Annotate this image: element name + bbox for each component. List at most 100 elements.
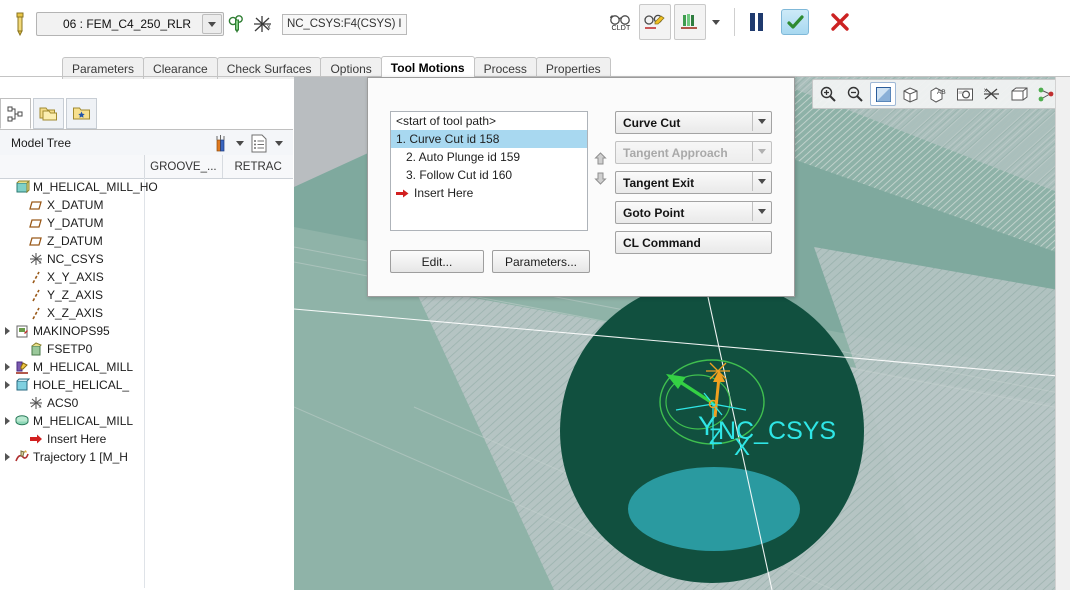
panel-tab-bar (0, 98, 99, 129)
chevron-down-icon[interactable] (233, 132, 246, 154)
endmill-tool-icon (8, 11, 32, 37)
csys-value: NC_CSYS:F4(CSYS) I (287, 18, 402, 30)
tab-tool-motions[interactable]: Tool Motions (380, 56, 475, 79)
motion-list-item[interactable]: Insert Here (391, 184, 587, 202)
part-icon (14, 180, 31, 195)
arrow-down-icon[interactable] (590, 168, 610, 188)
tree-item[interactable]: X_Y_AXIS (0, 268, 293, 286)
check-button[interactable] (781, 9, 809, 35)
tree-item[interactable]: Y_Z_AXIS (0, 286, 293, 304)
workcenter-combo[interactable]: 06 : FEM_C4_250_RLR (36, 12, 224, 36)
magnifier-minus-icon (847, 86, 863, 102)
tree-item-label: FSETP0 (47, 342, 93, 356)
coordinate-system-icon[interactable]: x (250, 13, 276, 35)
viewport-scrollbar[interactable] (1055, 77, 1070, 590)
hole-feature-icon (14, 378, 31, 393)
csys-field[interactable]: NC_CSYS:F4(CSYS) I (282, 13, 407, 35)
tree-item[interactable]: x ACS0 (0, 394, 293, 412)
red-arrow-icon (30, 434, 42, 443)
tree-item[interactable]: Insert Here (0, 430, 293, 448)
expand-triangle-icon[interactable] (0, 363, 14, 371)
dropdown-label: Goto Point (623, 205, 685, 220)
chevron-down-icon[interactable] (752, 142, 771, 161)
view-orientation-button[interactable] (899, 83, 923, 105)
machine-axes-icon[interactable] (224, 13, 250, 35)
tool-display-button[interactable] (674, 4, 706, 40)
expand-triangle-icon[interactable] (0, 417, 14, 425)
column-header-retract: RETRAC (234, 160, 282, 173)
box-icon (1011, 87, 1027, 101)
chevron-down-icon[interactable] (709, 19, 723, 25)
wrench-filter-icon[interactable] (209, 132, 231, 154)
tangent-approach-dropdown[interactable]: Tangent Approach (615, 141, 772, 164)
axis-icon (28, 270, 45, 285)
motion-list-item[interactable]: 3. Follow Cut id 160 (391, 166, 587, 184)
tree-nodes-icon (7, 106, 22, 121)
expand-triangle-icon[interactable] (0, 327, 14, 335)
motion-list-item[interactable]: <start of tool path> (391, 112, 587, 130)
panel-header: Model Tree (0, 129, 293, 157)
arrow-up-icon[interactable] (590, 148, 610, 168)
screen-capture-button[interactable] (953, 83, 977, 105)
csys-icon: x (30, 396, 42, 410)
datum-plane-icon (28, 198, 45, 213)
display-style-button[interactable] (870, 82, 896, 106)
axis-icon (32, 271, 40, 283)
expand-triangle-icon[interactable] (0, 453, 14, 461)
reorder-buttons (590, 148, 610, 188)
tab-label: Clearance (153, 61, 208, 76)
tree-item[interactable]: Z_DATUM (0, 232, 293, 250)
tree-item[interactable]: FSETP0 (0, 340, 293, 358)
tree-item[interactable]: MAKINOPS95 (0, 322, 293, 340)
tree-item-label: X_DATUM (47, 198, 104, 212)
curve-cut-dropdown[interactable]: Curve Cut (615, 111, 772, 134)
tree-item[interactable]: x NC_CSYS (0, 250, 293, 268)
favorites-folder-tab[interactable] (66, 98, 97, 129)
parameters-button[interactable]: Parameters... (492, 250, 590, 273)
tool-motion-list[interactable]: <start of tool path> 1. Curve Cut id 158 2… (390, 111, 588, 231)
zoom-out-button[interactable] (843, 83, 867, 105)
annotation-display-button[interactable]: AB (926, 83, 950, 105)
tree-item[interactable]: M_HELICAL_MILL (0, 358, 293, 376)
motion-list-item[interactable]: 2. Auto Plunge id 159 (391, 148, 587, 166)
cldt-button[interactable]: CLDT (606, 5, 636, 39)
page-title: Model Tree (11, 136, 72, 150)
list-settings-icon[interactable] (248, 132, 270, 154)
tree-item[interactable]: HOLE_HELICAL_ (0, 376, 293, 394)
pause-button[interactable] (750, 13, 763, 31)
expand-triangle-icon[interactable] (0, 381, 14, 389)
chevron-down-icon[interactable] (752, 202, 771, 221)
chevron-down-icon[interactable] (752, 112, 771, 131)
model-tree-tab[interactable] (0, 98, 31, 129)
chevron-down-icon[interactable] (272, 132, 285, 154)
chevron-down-icon[interactable] (752, 172, 771, 191)
tree-item[interactable]: X_Z_AXIS (0, 304, 293, 322)
workcenter-value: 06 : FEM_C4_250_RLR (63, 17, 192, 31)
tangent-exit-dropdown[interactable]: Tangent Exit (615, 171, 772, 194)
tree-item[interactable]: M_HELICAL_MILL (0, 412, 293, 430)
svg-text:AB: AB (937, 89, 946, 96)
tree-item[interactable]: * Trajectory 1 [M_H (0, 448, 293, 466)
svg-text:x: x (267, 24, 271, 31)
cl-command-button[interactable]: CL Command (615, 231, 772, 254)
tree-item[interactable]: X_DATUM (0, 196, 293, 214)
check-icon (786, 14, 804, 29)
folder-browser-tab[interactable] (33, 98, 64, 129)
zoom-in-button[interactable] (816, 83, 840, 105)
camera-icon (957, 88, 973, 101)
top-action-buttons: CLDT (606, 4, 855, 40)
tree-item[interactable]: Y_DATUM (0, 214, 293, 232)
chevron-down-icon[interactable] (202, 14, 222, 34)
motion-list-item[interactable]: 1. Curve Cut id 158 (391, 130, 587, 148)
tab-label: Parameters (72, 61, 135, 76)
cancel-button[interactable] (825, 5, 855, 39)
goto-point-dropdown[interactable]: Goto Point (615, 201, 772, 224)
svg-text:x: x (39, 260, 42, 266)
cl-edit-button[interactable] (639, 4, 671, 40)
csys-name-label: NC_CSYS (718, 417, 836, 445)
tree-item[interactable]: M_HELICAL_MILL_HO (0, 178, 293, 196)
datum-display-button[interactable]: x (980, 83, 1004, 105)
edit-button[interactable]: Edit... (390, 250, 484, 273)
mill-op-icon (16, 361, 28, 374)
layer-display-button[interactable] (1007, 83, 1031, 105)
